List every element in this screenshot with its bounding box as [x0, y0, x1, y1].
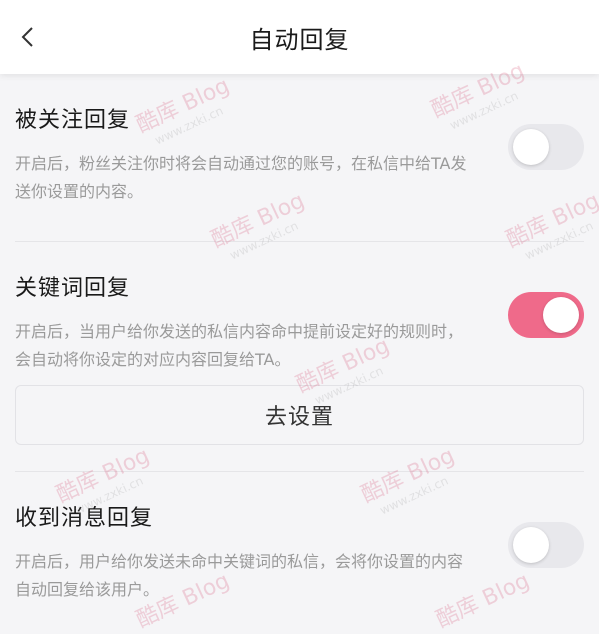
- follow-reply-section: 被关注回复 开启后，粉丝关注你时将会自动通过您的账号，在私信中给TA发送你设置的…: [15, 102, 584, 206]
- keyword-reply-section: 关键词回复 开启后，当用户给你发送的私信内容命中提前设定好的规则时，会自动将你设…: [15, 270, 584, 374]
- top-bar: 自动回复: [0, 0, 599, 74]
- message-reply-title: 收到消息回复: [15, 506, 154, 531]
- toggle-knob: [513, 527, 549, 563]
- message-reply-toggle[interactable]: [508, 522, 584, 568]
- keyword-reply-description: 开启后，当用户给你发送的私信内容命中提前设定好的规则时，会自动将你设定的对应内容…: [15, 322, 464, 369]
- divider: [15, 241, 584, 242]
- page-title: 自动回复: [249, 26, 350, 54]
- keyword-reply-toggle[interactable]: [508, 292, 584, 338]
- goto-settings-button[interactable]: 去设置: [15, 385, 584, 445]
- follow-reply-title: 被关注回复: [15, 108, 131, 133]
- toggle-knob: [513, 129, 549, 165]
- toggle-knob: [543, 297, 579, 333]
- follow-reply-toggle[interactable]: [508, 124, 584, 170]
- follow-reply-description: 开启后，粉丝关注你时将会自动通过您的账号，在私信中给TA发送你设置的内容。: [15, 154, 467, 201]
- divider: [15, 471, 584, 472]
- keyword-reply-title: 关键词回复: [15, 276, 131, 301]
- message-reply-description: 开启后，用户给你发送未命中关键词的私信，会将你设置的内容自动回复给该用户。: [15, 552, 464, 599]
- message-reply-section: 收到消息回复 开启后，用户给你发送未命中关键词的私信，会将你设置的内容自动回复给…: [15, 500, 584, 604]
